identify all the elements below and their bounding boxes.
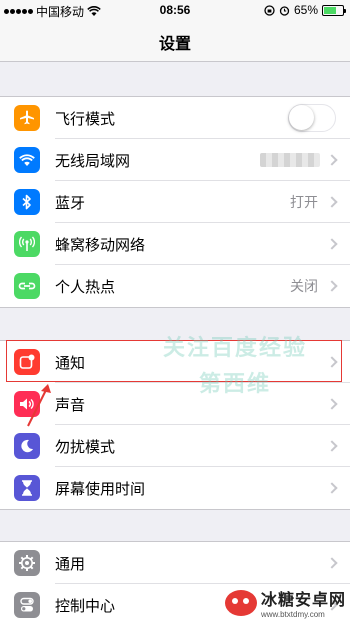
chevron-right-icon bbox=[326, 238, 338, 250]
airplane-mode-toggle[interactable] bbox=[288, 104, 336, 132]
brand-url: www.btxtdmy.com bbox=[260, 610, 325, 619]
status-bar: 中国移动 08:56 65% bbox=[0, 0, 350, 20]
toggle-knob bbox=[289, 105, 314, 130]
settings-row-label: 勿扰模式 bbox=[55, 438, 116, 456]
settings-row-do-not-disturb[interactable]: 勿扰模式 bbox=[0, 425, 350, 467]
wifi-icon bbox=[14, 147, 40, 173]
page-title: 设置 bbox=[158, 36, 191, 53]
settings-row-screen-time[interactable]: 屏幕使用时间 bbox=[0, 467, 350, 509]
navigation-bar: 设置 bbox=[0, 20, 350, 62]
redacted-network-name bbox=[260, 153, 320, 167]
brand-name: 冰糖安卓网 bbox=[260, 592, 346, 609]
watermark-line-2: 第西维 bbox=[198, 371, 271, 396]
bluetooth-status-value: 打开 bbox=[290, 194, 318, 210]
settings-row-general[interactable]: 通用 bbox=[0, 542, 350, 584]
cellular-icon bbox=[14, 231, 40, 257]
brand-text: 冰糖安卓网 www.btxtdmy.com bbox=[261, 586, 346, 619]
toggles-icon bbox=[14, 592, 40, 618]
chevron-right-icon bbox=[326, 482, 338, 494]
settings-row-label: 飞行模式 bbox=[55, 110, 116, 128]
gear-icon bbox=[14, 550, 40, 576]
chevron-right-icon bbox=[326, 440, 338, 452]
settings-row-wifi[interactable]: 无线局域网 bbox=[0, 139, 350, 181]
status-right: 65% bbox=[264, 3, 346, 17]
watermark-line-1: 关注百度经验 bbox=[162, 335, 307, 360]
orientation-lock-icon bbox=[264, 4, 275, 16]
chevron-right-icon bbox=[326, 280, 338, 292]
settings-row-cellular[interactable]: 蜂窝移动网络 bbox=[0, 223, 350, 265]
settings-row-label: 无线局域网 bbox=[55, 152, 131, 170]
chevron-right-icon bbox=[326, 154, 338, 166]
bluetooth-icon bbox=[14, 189, 40, 215]
chevron-right-icon bbox=[326, 398, 338, 410]
battery-percent: 65% bbox=[293, 3, 318, 17]
settings-row-personal-hotspot[interactable]: 个人热点 关闭 bbox=[0, 265, 350, 307]
chevron-right-icon bbox=[326, 557, 338, 569]
settings-row-airplane-mode[interactable]: 飞行模式 bbox=[0, 97, 350, 139]
hotspot-status-value: 关闭 bbox=[290, 278, 318, 294]
settings-row-label: 蜂窝移动网络 bbox=[55, 236, 146, 254]
chevron-right-icon bbox=[326, 196, 338, 208]
settings-row-label: 个人热点 bbox=[55, 278, 116, 296]
settings-row-label: 蓝牙 bbox=[55, 194, 86, 212]
settings-row-label: 声音 bbox=[55, 396, 86, 414]
settings-row-bluetooth[interactable]: 蓝牙 打开 bbox=[0, 181, 350, 223]
alarm-icon bbox=[279, 5, 290, 16]
brand-logo-icon bbox=[224, 589, 257, 616]
battery-level bbox=[324, 6, 336, 14]
hourglass-icon bbox=[14, 475, 40, 501]
settings-group-connectivity: 飞行模式 无线局域网 蓝牙 打开 蜂窝移动网络 个人热点 关闭 bbox=[0, 96, 350, 308]
airplane-icon bbox=[14, 105, 40, 131]
hotspot-icon bbox=[14, 273, 40, 299]
battery-icon bbox=[322, 4, 346, 16]
moon-icon bbox=[14, 433, 40, 459]
settings-row-label: 屏幕使用时间 bbox=[55, 480, 146, 498]
annotation-arrow bbox=[27, 384, 51, 427]
site-brand: 冰糖安卓网 www.btxtdmy.com bbox=[224, 586, 346, 619]
settings-row-label: 通用 bbox=[55, 555, 86, 573]
settings-row-label: 控制中心 bbox=[55, 597, 116, 615]
